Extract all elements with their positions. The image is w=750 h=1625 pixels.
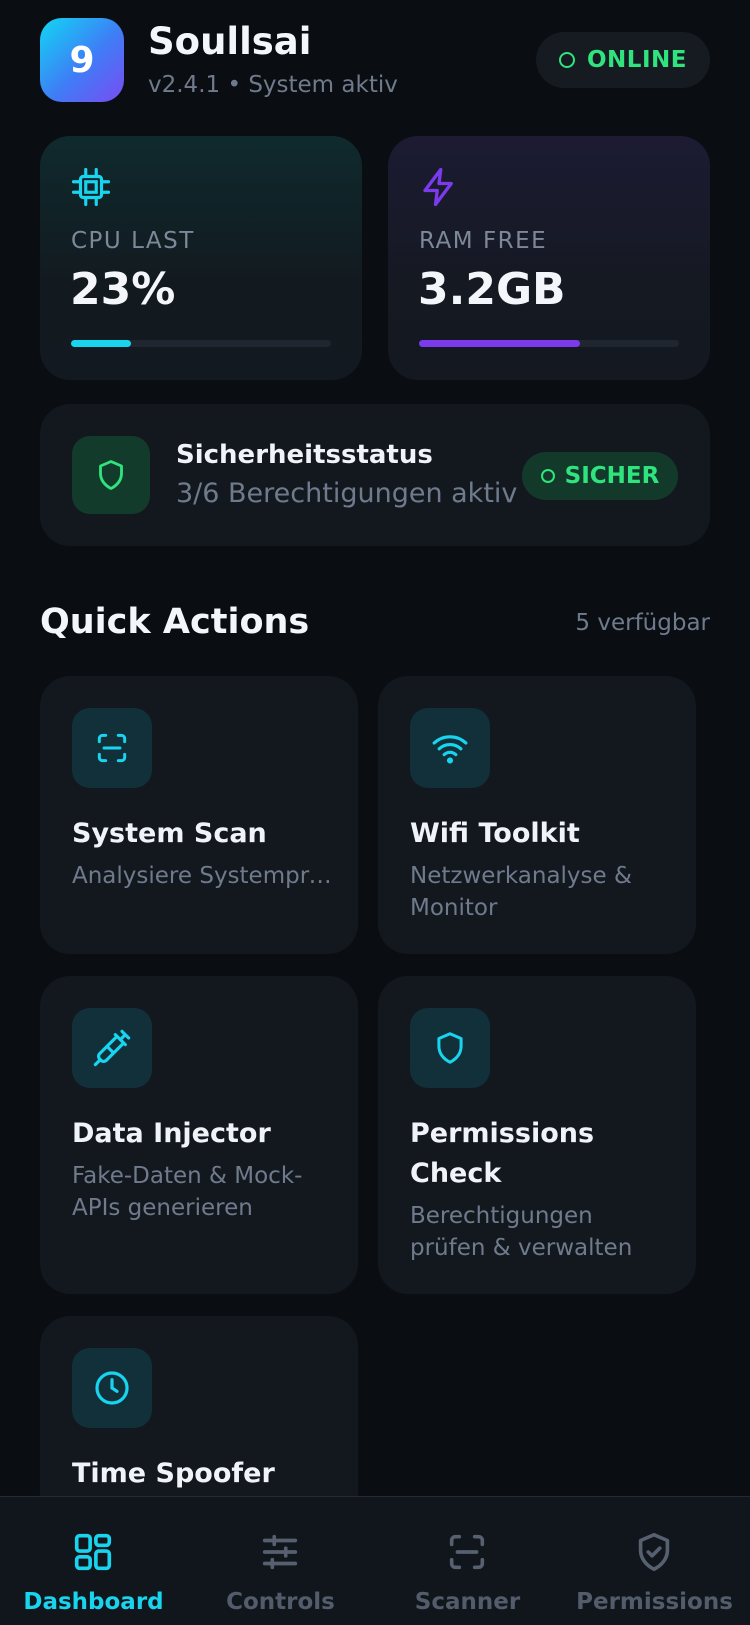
nav-label: Dashboard <box>23 1589 164 1615</box>
quick-action-wifi-toolkit[interactable]: Wifi Toolkit Netzwerkanalyse & Monitor <box>378 676 696 954</box>
lightning-icon <box>423 167 453 207</box>
online-status-label: ONLINE <box>587 47 687 73</box>
quick-action-permissions-check[interactable]: Permissions Check Berechtigungen prüfen … <box>378 976 696 1294</box>
qa-description: Fake-Daten & Mock-APIs generieren <box>72 1163 303 1221</box>
status-dot-icon <box>540 469 555 483</box>
quick-action-data-injector[interactable]: Data Injector Fake-Daten & Mock-APIs gen… <box>40 976 358 1294</box>
cpu-stat-value: 23% <box>70 264 176 315</box>
nav-item-dashboard[interactable]: Dashboard <box>0 1497 187 1625</box>
ram-progress-fill <box>419 340 581 347</box>
shield-icon <box>99 460 123 490</box>
shield-check-icon <box>638 1532 670 1572</box>
cpu-progress-fill <box>71 340 131 347</box>
security-icon-box <box>72 436 150 514</box>
app-logo: 9 <box>40 18 124 102</box>
nav-item-controls[interactable]: Controls <box>187 1497 374 1625</box>
qa-title: Time Spoofer <box>72 1458 275 1489</box>
wifi-icon <box>432 735 468 764</box>
nav-item-permissions[interactable]: Permissions <box>561 1497 748 1625</box>
nav-label: Scanner <box>414 1589 521 1615</box>
dashboard-grid-icon <box>74 1533 112 1571</box>
bottom-navigation: Dashboard Controls Scanner Permissions <box>0 1496 750 1625</box>
ram-stat-label: RAM FREE <box>419 228 548 254</box>
nav-label: Permissions <box>576 1589 733 1615</box>
quick-actions-count: 5 verfügbar <box>575 610 710 636</box>
scan-icon <box>97 733 127 763</box>
security-badge-label: SICHER <box>564 463 660 489</box>
scan-icon <box>449 1534 485 1570</box>
status-dot-icon <box>559 52 575 68</box>
qa-title: Permissions Check <box>410 1118 595 1189</box>
qa-icon-box <box>410 708 490 788</box>
ram-stat-value: 3.2GB <box>418 264 566 315</box>
cpu-stat-card[interactable]: CPU LAST 23% <box>40 136 362 380</box>
qa-title: Wifi Toolkit <box>410 818 580 849</box>
nav-label: Controls <box>226 1589 335 1615</box>
cpu-chip-icon <box>71 167 111 207</box>
security-subtitle: 3/6 Berechtigungen aktiv <box>176 478 518 509</box>
quick-actions-title: Quick Actions <box>40 602 310 642</box>
clock-icon <box>95 1371 129 1405</box>
cpu-stat-label: CPU LAST <box>71 228 195 254</box>
shield-icon <box>437 1032 463 1064</box>
nav-item-scanner[interactable]: Scanner <box>374 1497 561 1625</box>
app-logo-text: 9 <box>69 39 95 81</box>
security-badge: SICHER <box>522 452 678 500</box>
qa-icon-box <box>410 1008 490 1088</box>
qa-description: Netzwerkanalyse & Monitor <box>410 863 632 921</box>
qa-description: Analysiere Systemprozesse und… <box>72 863 332 889</box>
security-title: Sicherheitsstatus <box>176 440 433 470</box>
ram-stat-card[interactable]: RAM FREE 3.2GB <box>388 136 710 380</box>
qa-icon-box <box>72 1348 152 1428</box>
app-subtitle: v2.4.1 • System aktiv <box>148 72 398 98</box>
qa-description: Berechtigungen prüfen & verwalten <box>410 1203 633 1261</box>
qa-title: Data Injector <box>72 1118 271 1149</box>
app-title: Soullsai <box>148 20 312 63</box>
security-status-card[interactable]: Sicherheitsstatus 3/6 Berechtigungen akt… <box>40 404 710 546</box>
online-status-badge: ONLINE <box>536 32 710 88</box>
quick-action-system-scan[interactable]: System Scan Analysiere Systemprozesse un… <box>40 676 358 954</box>
ram-progress-track <box>419 340 679 347</box>
qa-icon-box <box>72 1008 152 1088</box>
qa-title: System Scan <box>72 818 267 849</box>
sliders-icon <box>262 1534 298 1570</box>
cpu-progress-track <box>71 340 331 347</box>
syringe-icon <box>93 1029 131 1067</box>
qa-icon-box <box>72 708 152 788</box>
